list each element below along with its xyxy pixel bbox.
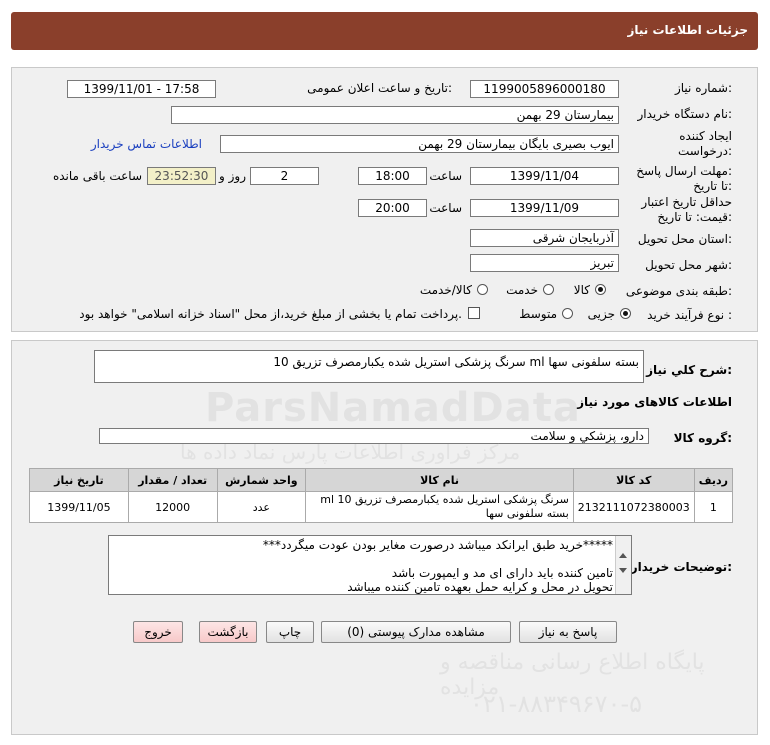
treasury-payment-checkbox[interactable] bbox=[468, 307, 480, 319]
cell-code: 2132111072380003 bbox=[572, 491, 695, 523]
cell-qty: 12000 bbox=[127, 491, 218, 523]
page-title: جزئیات اطلاعات نیاز bbox=[627, 23, 748, 37]
buyer-notes-textarea[interactable]: *****خرید طبق ایرانکد میباشد درصورت مغای… bbox=[108, 535, 632, 595]
col-name: نام کالا bbox=[305, 468, 574, 492]
note-line: *****خرید طبق ایرانکد میباشد درصورت مغای… bbox=[262, 538, 613, 552]
exit-button[interactable]: خروج bbox=[133, 621, 183, 643]
col-row: ردیف bbox=[693, 468, 734, 492]
category-label: طبقه بندی موضوعی: bbox=[625, 284, 732, 298]
buyer-org-field: بیمارستان 29 بهمن bbox=[171, 106, 619, 124]
process-minor-label: جزیی bbox=[587, 307, 615, 321]
validity-time-field: 20:00 bbox=[358, 199, 427, 217]
goods-group-field: دارو، پزشکي و سلامت bbox=[99, 428, 649, 444]
category-radio-goods-service[interactable] bbox=[477, 284, 488, 295]
announce-label: تاریخ و ساعت اعلان عمومی: bbox=[307, 81, 452, 95]
category-goods-service-label: کالا/خدمت bbox=[419, 283, 472, 297]
reply-button[interactable]: پاسخ به نیاز bbox=[519, 621, 617, 643]
treasury-payment-note: پرداخت تمام یا بخشی از مبلغ خرید،از محل … bbox=[79, 307, 462, 321]
creator-label-2: درخواست: bbox=[678, 144, 732, 158]
reply-time-label: ساعت bbox=[429, 169, 462, 183]
remaining-time-label: ساعت باقی مانده bbox=[52, 169, 142, 183]
category-goods-label: کالا bbox=[573, 283, 590, 297]
cell-row: 1 bbox=[693, 491, 734, 523]
col-code: کد کالا bbox=[572, 468, 695, 492]
category-service-label: خدمت bbox=[506, 283, 538, 297]
note-line: تامین کننده باید دارای ای مد و ایمپورت ب… bbox=[391, 566, 613, 580]
reply-deadline-label-2: تا تاریخ: bbox=[693, 179, 732, 193]
cell-date: 1399/11/05 bbox=[29, 491, 129, 523]
back-button[interactable]: بازگشت bbox=[199, 621, 257, 643]
page-title-bar: جزئیات اطلاعات نیاز bbox=[11, 12, 758, 50]
note-line bbox=[113, 552, 613, 566]
buyer-notes-label: توضیحات خریدار: bbox=[630, 560, 732, 574]
days-label: روز و bbox=[219, 169, 246, 183]
process-radio-minor[interactable] bbox=[620, 308, 631, 319]
days-remaining-field: 2 bbox=[250, 167, 319, 185]
attachments-button[interactable]: مشاهده مدارک پیوستی (0) bbox=[321, 621, 511, 643]
category-radio-goods[interactable] bbox=[595, 284, 606, 295]
creator-field: ایوب بصیری بایگان بیمارستان 29 بهمن bbox=[220, 135, 619, 153]
price-validity-label-1: حداقل تاریخ اعتبار bbox=[641, 195, 732, 209]
category-radio-service[interactable] bbox=[543, 284, 554, 295]
table-header-row: ردیف کد کالا نام کالا واحد شمارش تعداد /… bbox=[29, 468, 734, 492]
goods-section-title: اطلاعات کالاهای مورد نیاز bbox=[577, 395, 732, 409]
remaining-time-field: 23:52:30 bbox=[147, 167, 216, 185]
col-qty: تعداد / مقدار bbox=[127, 468, 218, 492]
col-date: تاریخ نیاز bbox=[29, 468, 129, 492]
goods-table: ردیف کد کالا نام کالا واحد شمارش تعداد /… bbox=[29, 468, 734, 523]
need-number-label: شماره نیاز: bbox=[674, 81, 732, 95]
need-number-field: 1199005896000180 bbox=[470, 80, 619, 98]
cell-unit: عدد bbox=[216, 491, 307, 523]
city-field: تبریز bbox=[470, 254, 619, 272]
creator-label-1: ایجاد کننده bbox=[679, 129, 732, 143]
province-field: آذربایجان شرقی bbox=[470, 229, 619, 247]
reply-deadline-label-1: مهلت ارسال پاسخ: bbox=[636, 164, 732, 178]
validity-time-label: ساعت bbox=[429, 201, 462, 215]
goods-group-label: گروه کالا: bbox=[673, 431, 732, 445]
scroll-up-icon[interactable] bbox=[619, 553, 627, 558]
process-radio-medium[interactable] bbox=[562, 308, 573, 319]
buyer-contact-link[interactable]: اطلاعات تماس خریدار bbox=[91, 137, 202, 151]
reply-date-field: 1399/11/04 bbox=[470, 167, 619, 185]
buyer-org-label: نام دستگاه خریدار: bbox=[637, 107, 733, 121]
scroll-down-icon[interactable] bbox=[619, 568, 627, 573]
validity-date-field: 1399/11/09 bbox=[470, 199, 619, 217]
announce-field: 1399/11/01 - 17:58 bbox=[67, 80, 216, 98]
summary-label: شرح کلي نياز: bbox=[646, 363, 732, 377]
col-unit: واحد شمارش bbox=[216, 468, 307, 492]
print-button[interactable]: چاپ bbox=[266, 621, 314, 643]
city-label: شهر محل تحویل: bbox=[645, 258, 732, 272]
process-label: نوع فرآیند خرید : bbox=[647, 308, 732, 322]
note-line: تحویل در محل و کرایه حمل بعهده تامین کنن… bbox=[347, 580, 613, 594]
reply-time-field: 18:00 bbox=[358, 167, 427, 185]
notes-scrollbar[interactable] bbox=[615, 536, 631, 594]
cell-name: سرنگ پزشکی استریل شده یکبارمصرف تزریق 10… bbox=[305, 491, 574, 523]
summary-field: سرنگ پزشکی استریل شده یکبارمصرف تزریق 10… bbox=[94, 350, 644, 383]
table-row: 1 2132111072380003 سرنگ پزشکی استریل شده… bbox=[29, 491, 734, 523]
province-label: استان محل تحویل: bbox=[637, 232, 732, 246]
process-medium-label: متوسط bbox=[519, 307, 557, 321]
price-validity-label-2: قیمت: تا تاریخ: bbox=[657, 210, 732, 224]
